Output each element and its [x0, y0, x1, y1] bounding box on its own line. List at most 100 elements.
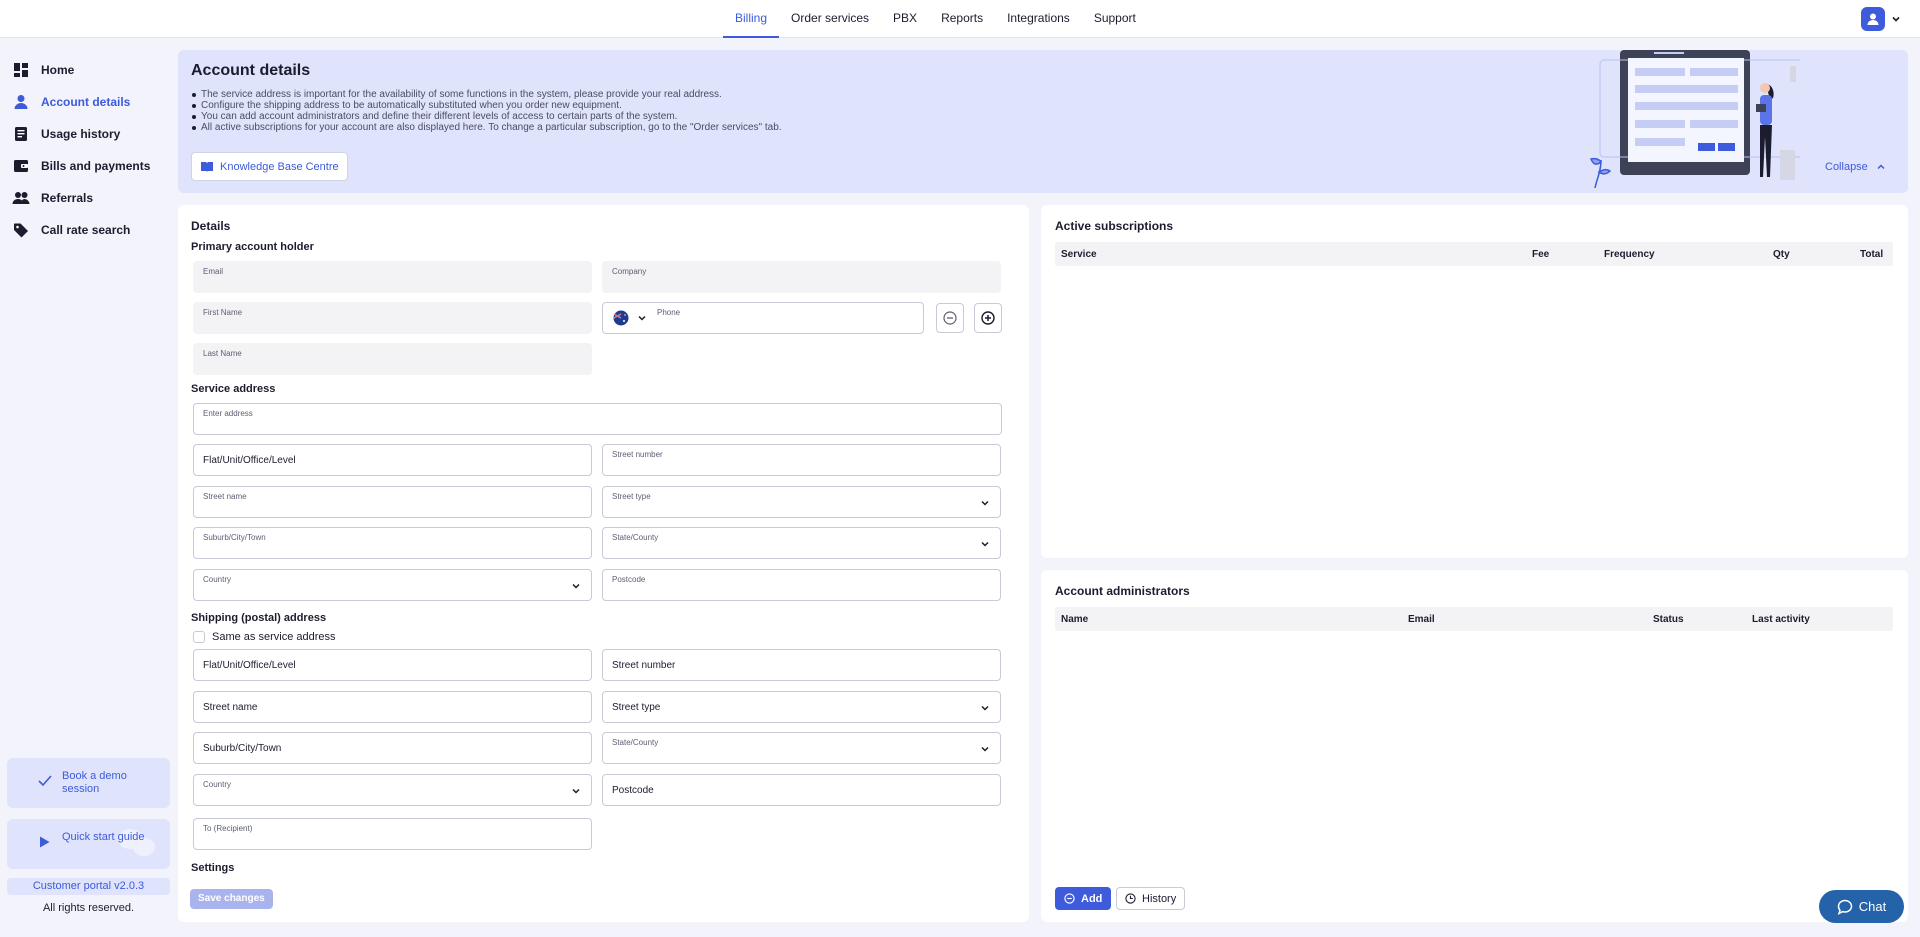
email-field[interactable]: Email [193, 261, 592, 293]
email-label: Email [203, 267, 224, 276]
enter-address-label: Enter address [203, 409, 253, 418]
shipping-address-heading: Shipping (postal) address [191, 612, 327, 624]
enter-address-field[interactable]: Enter address [193, 403, 1002, 435]
service-postcode-field[interactable]: Postcode [602, 569, 1001, 601]
shipping-street-number-placeholder: Street number [612, 660, 676, 671]
tab-support[interactable]: Support [1082, 0, 1148, 38]
shipping-suburb-field[interactable]: Suburb/City/Town [193, 732, 592, 764]
history-button[interactable]: History [1116, 887, 1186, 910]
people-icon [12, 189, 30, 207]
main-tabs: Billing Order services PBX Reports Integ… [723, 0, 1148, 38]
chevron-down-icon [1892, 16, 1900, 22]
shipping-street-name-placeholder: Street name [203, 702, 258, 713]
suburb-label: Suburb/City/Town [203, 533, 266, 542]
sidebar-item-home[interactable]: Home [12, 58, 172, 82]
rights-text: All rights reserved. [42, 902, 135, 914]
monitor-illustration [1590, 50, 1800, 189]
knowledge-base-button[interactable]: Knowledge Base Centre [191, 152, 348, 181]
active-subscriptions-card: Active subscriptions Service Fee Frequen… [1041, 205, 1908, 558]
clock-icon [1125, 893, 1136, 904]
service-country-select[interactable]: Country [193, 569, 592, 601]
plus-circle-icon [1064, 893, 1075, 904]
service-street-number-field[interactable]: Street number [602, 444, 1001, 476]
sidebar-item-label: Referrals [41, 191, 94, 205]
last-name-field[interactable]: Last Name [193, 343, 592, 375]
save-changes-button[interactable]: Save changes [190, 889, 273, 909]
tab-reports[interactable]: Reports [929, 0, 995, 38]
sidebar-item-label: Home [41, 63, 75, 77]
sidebar-item-label: Bills and payments [41, 159, 151, 173]
person-icon [12, 93, 30, 111]
quick-start-guide-card[interactable]: Quick start guide [7, 819, 170, 869]
company-field[interactable]: Company [602, 261, 1001, 293]
sidebar-item-call-rate-search[interactable]: Call rate search [12, 218, 172, 242]
service-street-name-field[interactable]: Street name [193, 486, 592, 518]
book-demo-label: Book a demo session [62, 770, 127, 795]
add-phone-button[interactable] [974, 303, 1002, 333]
top-navigation-bar: Billing Order services PBX Reports Integ… [0, 0, 1920, 38]
first-name-label: First Name [203, 308, 243, 317]
shipping-street-name-field[interactable]: Street name [193, 691, 592, 723]
settings-heading: Settings [191, 862, 235, 874]
user-menu-button[interactable] [1861, 7, 1902, 31]
chevron-down-icon [981, 541, 989, 547]
column-service: Service [1061, 249, 1097, 260]
tab-pbx[interactable]: PBX [881, 0, 929, 38]
street-number-label: Street number [612, 450, 663, 459]
chevron-down-icon [981, 500, 989, 506]
country-code-select[interactable] [613, 310, 647, 326]
service-state-select[interactable]: State/County [602, 527, 1001, 559]
chat-button[interactable]: Chat [1819, 890, 1904, 923]
play-icon [40, 836, 50, 848]
checkmark-icon [38, 775, 52, 787]
shipping-flat-field[interactable]: Flat/Unit/Office/Level [193, 649, 592, 681]
shipping-country-select[interactable]: Country [193, 774, 592, 806]
service-street-type-select[interactable]: Street type [602, 486, 1001, 518]
chevron-down-icon [572, 583, 580, 589]
column-name: Name [1061, 614, 1089, 625]
sidebar-item-account-details[interactable]: Account details [12, 90, 172, 114]
column-email: Email [1408, 614, 1435, 625]
australia-flag-icon [613, 310, 629, 326]
service-flat-placeholder: Flat/Unit/Office/Level [203, 455, 296, 466]
document-icon [12, 125, 30, 143]
recipient-field[interactable]: To (Recipient) [193, 818, 592, 850]
shipping-state-select[interactable]: State/County [602, 732, 1001, 764]
column-total: Total [1860, 249, 1884, 260]
add-administrator-button[interactable]: Add [1055, 887, 1112, 910]
subscriptions-table-header: Service Fee Frequency Qty Total [1055, 242, 1893, 266]
info-bullet: The service address is important for the… [191, 89, 782, 100]
chevron-down-icon [981, 705, 989, 711]
remove-phone-button[interactable] [936, 303, 964, 333]
sidebar-item-usage-history[interactable]: Usage history [12, 122, 172, 146]
plus-circle-icon [981, 311, 995, 325]
shipping-street-type-select[interactable]: Street type [602, 691, 1001, 723]
subscriptions-title: Active subscriptions [1055, 219, 1174, 233]
info-list: The service address is important for the… [191, 89, 782, 133]
shipping-state-label: State/County [612, 738, 659, 747]
column-status: Status [1653, 614, 1684, 625]
same-as-service-checkbox[interactable] [193, 631, 205, 643]
country-label: Country [203, 575, 232, 584]
sidebar-item-label: Account details [41, 95, 131, 109]
shipping-street-number-field[interactable]: Street number [602, 649, 1001, 681]
sidebar-item-referrals[interactable]: Referrals [12, 186, 172, 210]
same-as-service-label: Same as service address [212, 631, 336, 643]
street-name-label: Street name [203, 492, 247, 501]
first-name-field[interactable]: First Name [193, 302, 592, 334]
shipping-postcode-field[interactable]: Postcode [602, 774, 1001, 806]
book-demo-card[interactable]: Book a demo session [7, 758, 170, 808]
tab-order-services[interactable]: Order services [779, 0, 881, 38]
chevron-down-icon [981, 746, 989, 752]
collapse-button[interactable]: Collapse [1825, 161, 1886, 173]
chevron-down-icon [572, 788, 580, 794]
dashboard-icon [12, 61, 30, 79]
tab-integrations[interactable]: Integrations [995, 0, 1082, 38]
minus-circle-icon [943, 311, 957, 325]
service-suburb-field[interactable]: Suburb/City/Town [193, 527, 592, 559]
tab-billing[interactable]: Billing [723, 0, 780, 38]
sidebar-item-bills-and-payments[interactable]: Bills and payments [12, 154, 172, 178]
column-last-activity: Last activity [1752, 614, 1810, 625]
service-flat-field[interactable]: Flat/Unit/Office/Level [193, 444, 592, 476]
phone-field[interactable]: Phone [602, 302, 924, 334]
